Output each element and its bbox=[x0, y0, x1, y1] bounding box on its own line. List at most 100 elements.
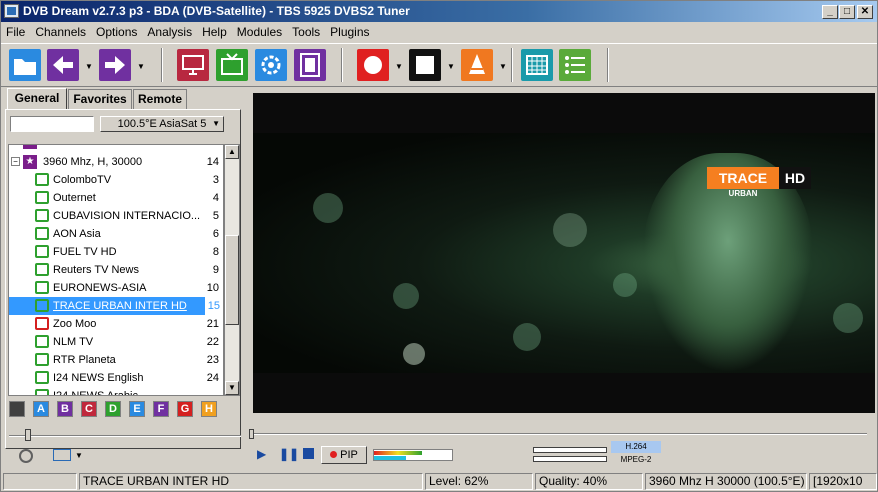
pause-icon[interactable]: ❚❚ bbox=[279, 446, 299, 462]
tab-favorites[interactable]: Favorites bbox=[68, 89, 132, 109]
seek-thumb[interactable] bbox=[249, 429, 254, 439]
toolbar-separator bbox=[607, 48, 609, 82]
app-icon bbox=[4, 4, 19, 18]
back-dropdown-icon[interactable]: ▼ bbox=[85, 62, 93, 71]
signal-quality-bar bbox=[374, 456, 406, 460]
menu-options[interactable]: Options bbox=[91, 23, 142, 42]
channel-row[interactable]: I24 NEWS English 24 bbox=[9, 369, 223, 387]
film-strip-icon[interactable] bbox=[294, 49, 326, 81]
menu-help[interactable]: Help bbox=[197, 23, 232, 42]
calendar-grid-icon[interactable] bbox=[521, 49, 553, 81]
channel-list[interactable]: ★ − ★ 3960 Mhz, H, 30000 14 ColomboTV 3 Ou… bbox=[8, 144, 224, 396]
letter-filter-A[interactable]: A bbox=[33, 401, 49, 417]
tab-panel: 100.5°E AsiaSat 5 ▼ ★ − ★ 3960 Mhz, H, 3… bbox=[5, 109, 241, 449]
channel-row[interactable]: Zoo Moo 21 bbox=[9, 315, 223, 333]
back-arrow-icon[interactable] bbox=[47, 49, 79, 81]
tv-channel-icon bbox=[35, 281, 49, 294]
menu-analysis[interactable]: Analysis bbox=[142, 23, 197, 42]
seek-bar[interactable] bbox=[247, 429, 869, 439]
play-icon[interactable]: ▶ bbox=[257, 446, 266, 462]
logo-trace: TRACE bbox=[707, 167, 779, 189]
monitor-icon[interactable] bbox=[177, 49, 209, 81]
menu-bar: File Channels Options Analysis Help Modules To… bbox=[1, 23, 877, 42]
screen-mode-dropdown-icon[interactable]: ▼ bbox=[75, 451, 83, 460]
maximize-button[interactable]: □ bbox=[839, 5, 855, 19]
mute-icon[interactable] bbox=[19, 449, 33, 463]
scroll-up-icon[interactable]: ▲ bbox=[225, 145, 239, 159]
channel-row[interactable]: EURONEWS-ASIA 10 bbox=[9, 279, 223, 297]
status-empty bbox=[3, 473, 77, 490]
channel-row[interactable]: CUBAVISION INTERNACIO... 5 bbox=[9, 207, 223, 225]
letter-filter-G[interactable]: G bbox=[177, 401, 193, 417]
scroll-thumb[interactable] bbox=[225, 235, 239, 325]
transponder-row[interactable]: − ★ 3960 Mhz, H, 30000 14 bbox=[9, 153, 223, 171]
vlc-dropdown-icon[interactable]: ▼ bbox=[499, 62, 507, 71]
letter-filter-all[interactable] bbox=[9, 401, 25, 417]
letter-filter-B[interactable]: B bbox=[57, 401, 73, 417]
channel-name: Outernet bbox=[53, 192, 96, 204]
list-item[interactable]: ★ bbox=[9, 145, 223, 151]
channel-row[interactable]: I24 NEWS Arabic bbox=[9, 387, 223, 395]
tv-channel-icon bbox=[35, 209, 49, 222]
volume-slider-track[interactable] bbox=[9, 435, 241, 437]
letter-filter-F[interactable]: F bbox=[153, 401, 169, 417]
pip-button[interactable]: PIP bbox=[321, 446, 367, 464]
channel-row[interactable]: RTR Planeta 23 bbox=[9, 351, 223, 369]
channel-row[interactable]: AON Asia 6 bbox=[9, 225, 223, 243]
channel-number: 15 bbox=[204, 297, 223, 315]
record-icon[interactable] bbox=[357, 49, 389, 81]
menu-modules[interactable]: Modules bbox=[232, 23, 287, 42]
menu-plugins[interactable]: Plugins bbox=[325, 23, 374, 42]
toolbar-separator bbox=[511, 48, 513, 82]
list-icon[interactable] bbox=[559, 49, 591, 81]
tv-channel-icon bbox=[35, 335, 49, 348]
channel-row[interactable]: FUEL TV HD 8 bbox=[9, 243, 223, 261]
vlc-cone-icon[interactable] bbox=[461, 49, 493, 81]
gear-icon[interactable] bbox=[255, 49, 287, 81]
transponder-label: 3960 Mhz, H, 30000 bbox=[43, 156, 143, 168]
stop-icon[interactable] bbox=[409, 49, 441, 81]
channel-row[interactable]: NLM TV 22 bbox=[9, 333, 223, 351]
channel-row[interactable]: TRACE URBAN INTER HD 15 bbox=[9, 297, 223, 315]
channel-row[interactable]: Outernet 4 bbox=[9, 189, 223, 207]
channel-number: 22 bbox=[206, 336, 219, 348]
minimize-button[interactable]: _ bbox=[822, 5, 838, 19]
channel-row[interactable]: ColomboTV 3 bbox=[9, 171, 223, 189]
menu-file[interactable]: File bbox=[1, 23, 30, 42]
video-panel[interactable]: TRACE HD URBAN bbox=[253, 93, 875, 413]
screen-mode-icon[interactable] bbox=[53, 449, 71, 461]
letter-filter-C[interactable]: C bbox=[81, 401, 97, 417]
stop-dropdown-icon[interactable]: ▼ bbox=[447, 62, 455, 71]
menu-channels[interactable]: Channels bbox=[30, 23, 91, 42]
title-bar: DVB Dream v2.7.3 p3 - BDA (DVB-Satellite… bbox=[1, 1, 877, 22]
stop-playback-icon[interactable] bbox=[303, 448, 314, 459]
satellite-select[interactable]: 100.5°E AsiaSat 5 ▼ bbox=[100, 116, 224, 132]
channel-name: EURONEWS-ASIA bbox=[53, 282, 147, 294]
channel-search-input[interactable] bbox=[10, 116, 94, 132]
audio-codec: MPEG-2 bbox=[620, 455, 652, 464]
chevron-down-icon: ▼ bbox=[212, 119, 220, 128]
open-folder-icon[interactable] bbox=[9, 49, 41, 81]
tab-remote[interactable]: Remote bbox=[133, 89, 187, 109]
tab-general[interactable]: General bbox=[7, 88, 67, 110]
scroll-down-icon[interactable]: ▼ bbox=[225, 381, 239, 395]
record-dropdown-icon[interactable]: ▼ bbox=[395, 62, 403, 71]
channel-number: 9 bbox=[212, 264, 219, 276]
main-window: DVB Dream v2.7.3 p3 - BDA (DVB-Satellite… bbox=[0, 0, 878, 492]
channel-number: 21 bbox=[206, 318, 219, 330]
letter-filter-D[interactable]: D bbox=[105, 401, 121, 417]
tv-channel-icon bbox=[35, 191, 49, 204]
channel-list-scrollbar[interactable]: ▲ ▼ bbox=[224, 144, 240, 396]
tv-icon[interactable] bbox=[216, 49, 248, 81]
channel-row[interactable]: Reuters TV News 9 bbox=[9, 261, 223, 279]
volume-slider-thumb[interactable] bbox=[25, 429, 31, 441]
letter-filter-E[interactable]: E bbox=[129, 401, 145, 417]
letter-filter-H[interactable]: H bbox=[201, 401, 217, 417]
menu-tools[interactable]: Tools bbox=[287, 23, 325, 42]
forward-dropdown-icon[interactable]: ▼ bbox=[137, 62, 145, 71]
collapse-icon[interactable]: − bbox=[11, 157, 20, 166]
channel-name: RTR Planeta bbox=[53, 354, 116, 366]
forward-arrow-icon[interactable] bbox=[99, 49, 131, 81]
close-button[interactable]: ✕ bbox=[857, 5, 873, 19]
satellite-select-value: 100.5°E AsiaSat 5 bbox=[117, 118, 207, 130]
